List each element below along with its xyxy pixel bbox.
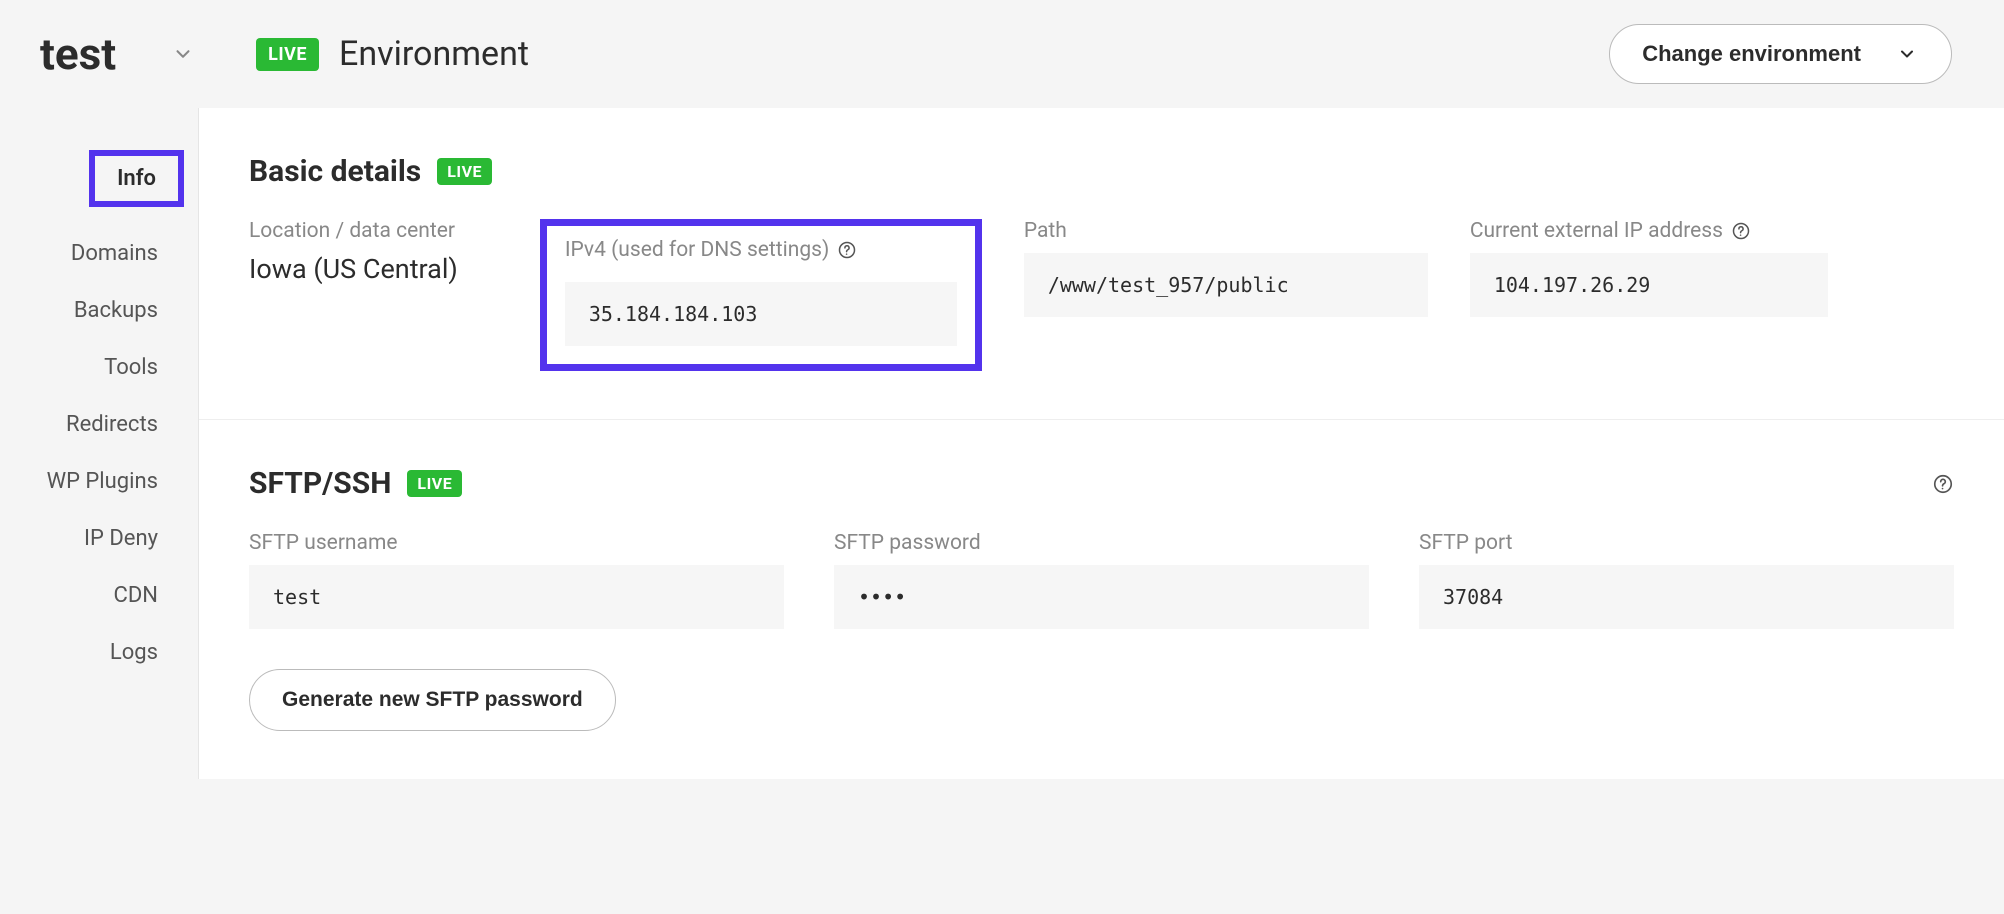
- sftp-grid: SFTP username test SFTP password •••• SF…: [249, 531, 1954, 629]
- ipv4-label-text: IPv4 (used for DNS settings): [565, 238, 830, 262]
- path-label: Path: [1024, 219, 1428, 243]
- sftp-port-value[interactable]: 37084: [1419, 565, 1954, 629]
- live-badge: LIVE: [437, 158, 492, 185]
- sidebar-item-tools[interactable]: Tools: [0, 339, 198, 396]
- sidebar-item-label: Backups: [74, 298, 158, 323]
- live-badge: LIVE: [256, 38, 319, 71]
- site-name: test: [40, 28, 116, 80]
- ipv4-value[interactable]: 35.184.184.103: [565, 282, 957, 346]
- external-ip-column: Current external IP address 104.197.26.2…: [1470, 219, 1828, 371]
- sidebar-item-ip-deny[interactable]: IP Deny: [0, 510, 198, 567]
- sftp-title: SFTP/SSH: [249, 466, 391, 501]
- sidebar-item-label: Info: [117, 166, 156, 191]
- generate-sftp-password-label: Generate new SFTP password: [282, 688, 583, 711]
- sftp-header: SFTP/SSH LIVE: [249, 466, 1954, 501]
- chevron-down-icon: [1897, 44, 1917, 64]
- site-dropdown[interactable]: [172, 43, 194, 65]
- basic-details-card: Basic details LIVE Location / data cente…: [199, 108, 2004, 420]
- sidebar-item-label: Domains: [71, 241, 158, 266]
- sidebar-item-label: Tools: [104, 355, 158, 380]
- ipv4-label: IPv4 (used for DNS settings): [565, 238, 957, 262]
- change-environment-label: Change environment: [1642, 41, 1861, 67]
- location-value: Iowa (US Central): [249, 253, 458, 285]
- environment-title: Environment: [339, 34, 529, 74]
- sftp-port-label: SFTP port: [1419, 531, 1954, 555]
- basic-details-grid: Location / data center Iowa (US Central)…: [249, 219, 1954, 371]
- sidebar-item-redirects[interactable]: Redirects: [0, 396, 198, 453]
- location-label: Location / data center: [249, 219, 458, 243]
- top-bar-left: test LIVE Environment: [40, 28, 529, 80]
- external-ip-label-text: Current external IP address: [1470, 219, 1723, 243]
- sidebar-item-domains[interactable]: Domains: [0, 225, 198, 282]
- sidebar-item-label: Logs: [110, 640, 158, 665]
- sidebar-item-label: WP Plugins: [47, 469, 158, 494]
- sidebar-item-info[interactable]: Info: [89, 150, 184, 207]
- main: Basic details LIVE Location / data cente…: [198, 108, 2004, 779]
- sidebar-item-label: Redirects: [66, 412, 158, 437]
- ipv4-help[interactable]: [837, 240, 857, 260]
- sidebar-item-backups[interactable]: Backups: [0, 282, 198, 339]
- sftp-password-label: SFTP password: [834, 531, 1369, 555]
- sftp-username-label: SFTP username: [249, 531, 784, 555]
- help-icon: [1932, 473, 1954, 495]
- ipv4-highlighted-box: IPv4 (used for DNS settings) 35.184.184.…: [540, 219, 982, 371]
- external-ip-label: Current external IP address: [1470, 219, 1828, 243]
- external-ip-value[interactable]: 104.197.26.29: [1470, 253, 1828, 317]
- sidebar-item-cdn[interactable]: CDN: [0, 567, 198, 624]
- sidebar-item-label: IP Deny: [84, 526, 158, 551]
- external-ip-help[interactable]: [1731, 221, 1751, 241]
- sidebar-item-wp-plugins[interactable]: WP Plugins: [0, 453, 198, 510]
- help-icon: [1731, 221, 1751, 241]
- sftp-username-value[interactable]: test: [249, 565, 784, 629]
- location-column: Location / data center Iowa (US Central): [249, 219, 498, 371]
- change-environment-button[interactable]: Change environment: [1609, 24, 1952, 84]
- path-value[interactable]: /www/test_957/public: [1024, 253, 1428, 317]
- basic-details-title: Basic details: [249, 154, 421, 189]
- basic-details-header: Basic details LIVE: [249, 154, 1954, 189]
- sftp-card: SFTP/SSH LIVE SFTP username test SFTP pa…: [199, 420, 2004, 779]
- live-badge: LIVE: [407, 470, 462, 497]
- sftp-port-column: SFTP port 37084: [1419, 531, 1954, 629]
- layout: Info Domains Backups Tools Redirects WP …: [0, 108, 2004, 779]
- sftp-username-column: SFTP username test: [249, 531, 784, 629]
- path-column: Path /www/test_957/public: [1024, 219, 1428, 371]
- sftp-help[interactable]: [1932, 473, 1954, 495]
- sidebar-item-logs[interactable]: Logs: [0, 624, 198, 681]
- chevron-down-icon: [172, 43, 194, 65]
- generate-sftp-password-button[interactable]: Generate new SFTP password: [249, 669, 616, 731]
- sftp-password-value[interactable]: ••••: [834, 565, 1369, 629]
- sidebar: Info Domains Backups Tools Redirects WP …: [0, 108, 198, 779]
- help-icon: [837, 240, 857, 260]
- sidebar-item-label: CDN: [114, 583, 158, 608]
- sftp-password-column: SFTP password ••••: [834, 531, 1369, 629]
- top-bar: test LIVE Environment Change environment: [0, 0, 2004, 108]
